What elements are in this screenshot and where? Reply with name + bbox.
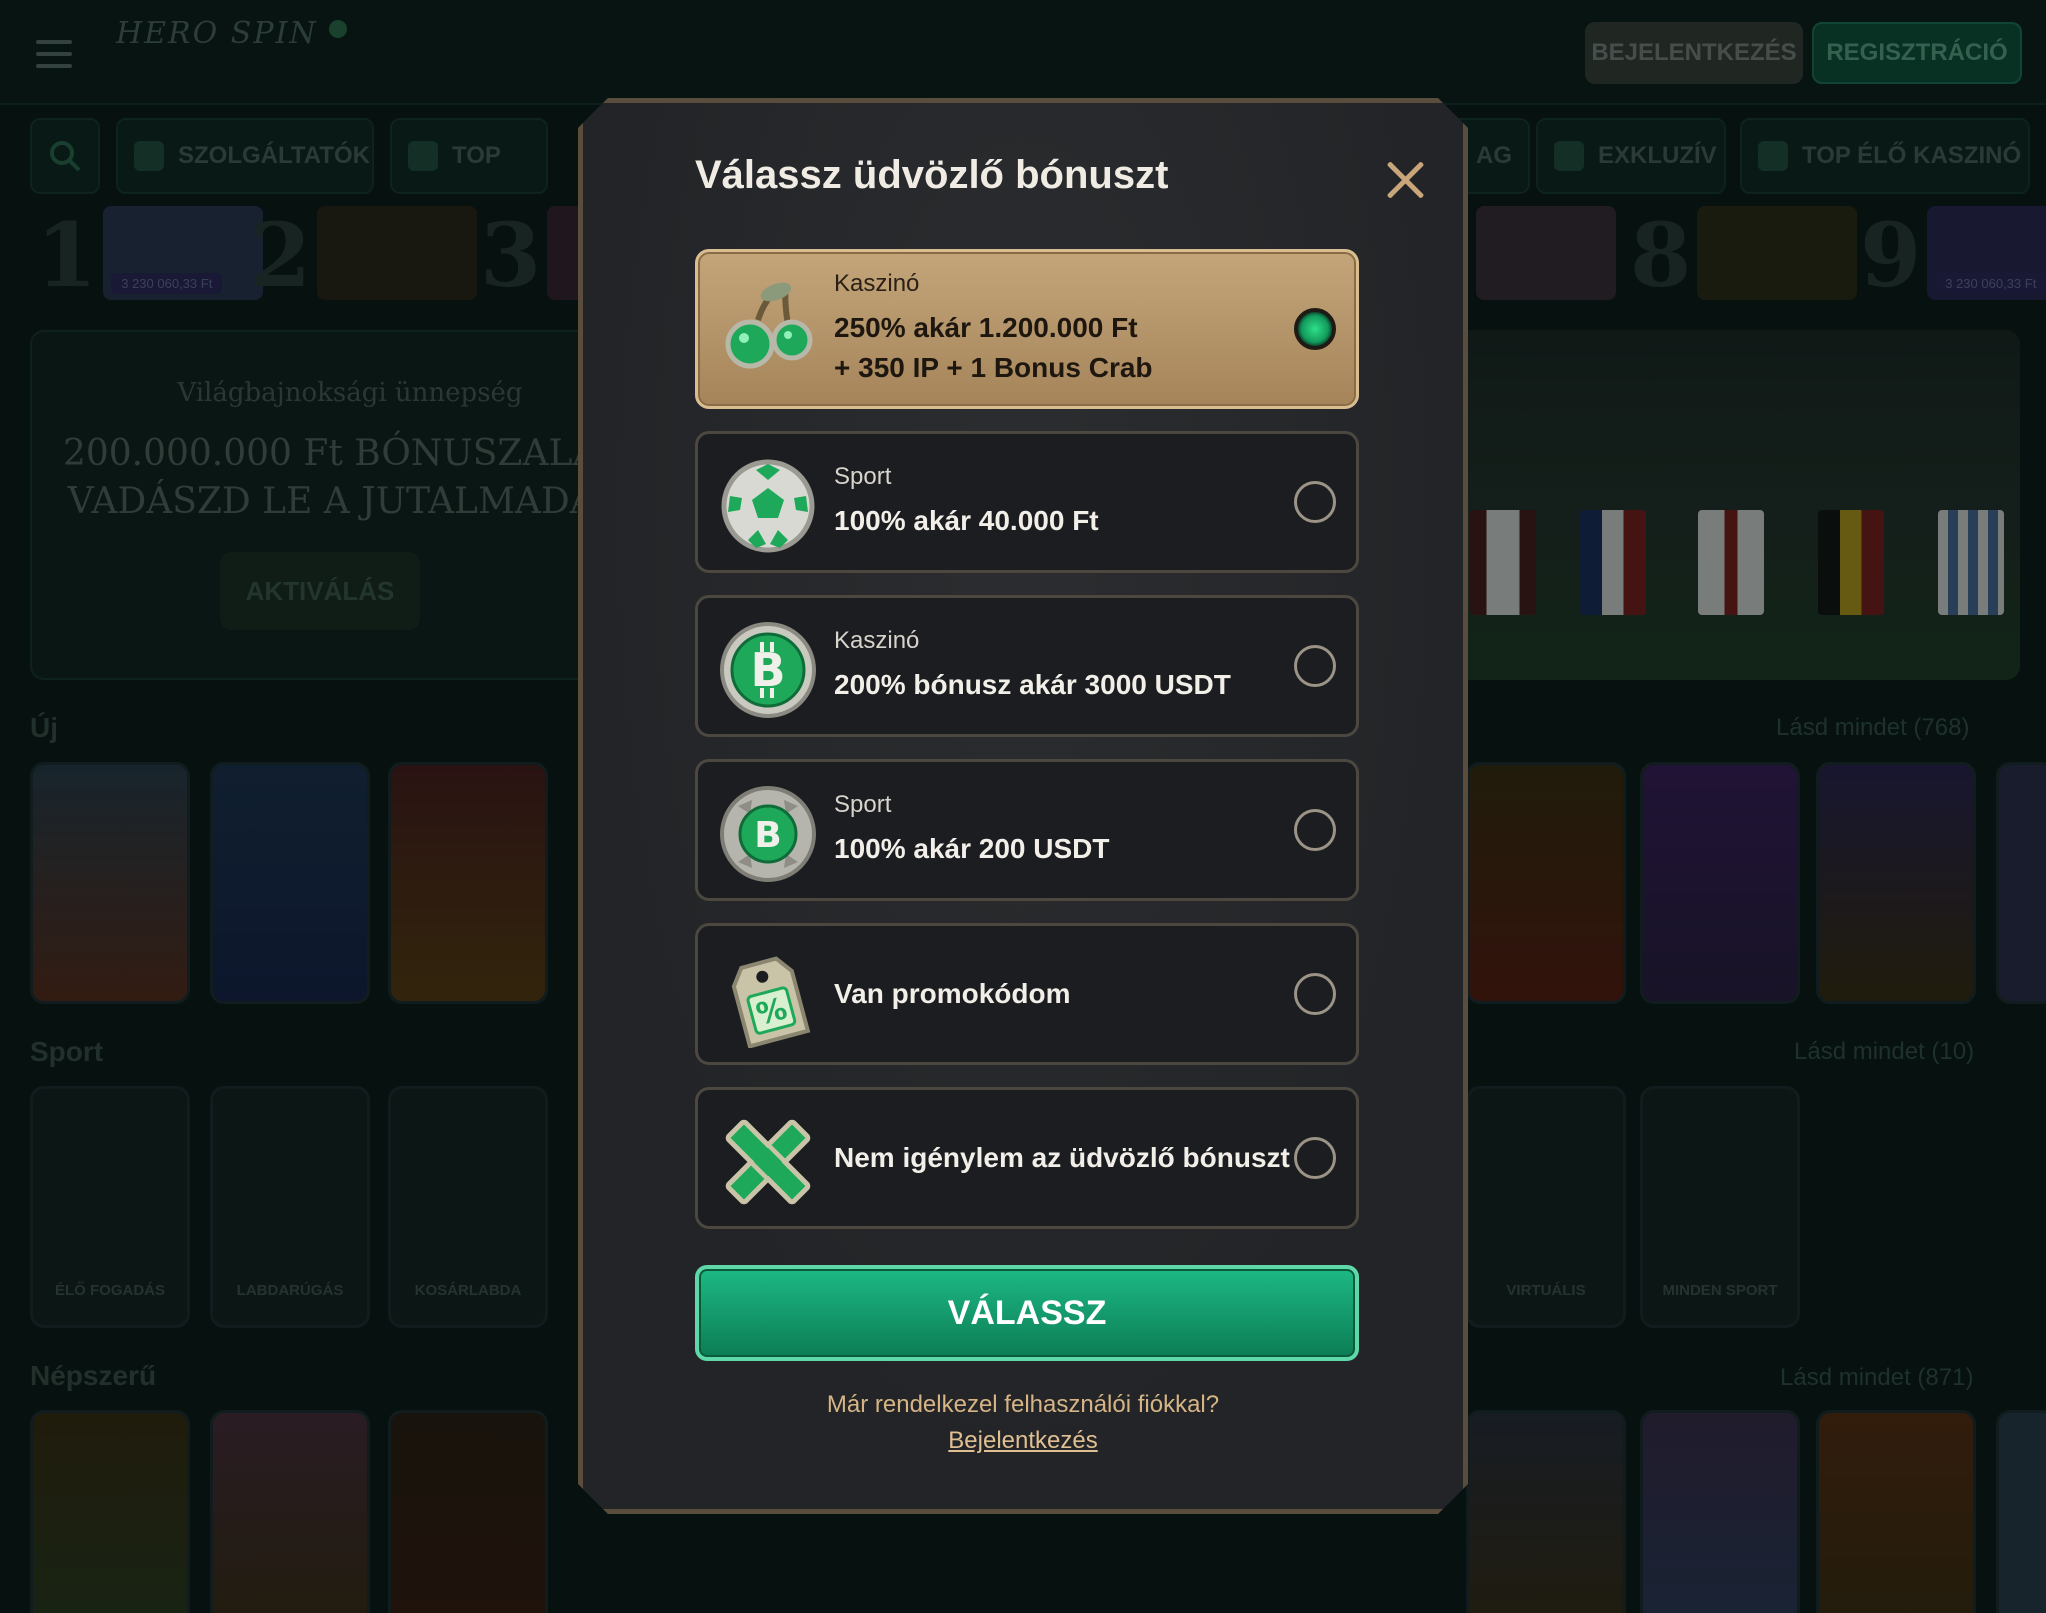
bitcoin-coin-icon: B [720, 622, 816, 718]
svg-text:B: B [754, 815, 781, 856]
bonus-option-casino[interactable]: Kaszinó 250% akár 1.200.000 Ft + 350 IP … [695, 249, 1359, 409]
option-category: Sport [834, 463, 892, 490]
soccer-ball-icon [721, 459, 815, 553]
modal-title: Válassz üdvözlő bónuszt [695, 153, 1169, 197]
radio-unselected[interactable] [1294, 1137, 1336, 1179]
radio-unselected[interactable] [1294, 645, 1336, 687]
option-category: Sport [834, 791, 892, 818]
cherries-icon [725, 282, 813, 369]
radio-selected[interactable] [1294, 308, 1336, 350]
option-title-line2: + 350 IP + 1 Bonus Crab [834, 352, 1153, 383]
option-title: 100% akár 200 USDT [834, 833, 1110, 864]
radio-unselected[interactable] [1294, 481, 1336, 523]
cross-icon [725, 1119, 811, 1205]
option-category: Kaszinó [834, 270, 920, 297]
option-title: 100% akár 40.000 Ft [834, 505, 1099, 536]
option-title: Van promokódom [834, 978, 1071, 1009]
bitcoin-ball-icon: B [720, 786, 816, 882]
option-title: 250% akár 1.200.000 Ft [834, 312, 1138, 343]
bonus-option-promo-code[interactable]: % Van promokódom [695, 923, 1359, 1065]
option-title: 200% bónusz akár 3000 USDT [834, 669, 1231, 700]
percent-tag-icon: % [731, 956, 811, 1048]
bonus-option-sport[interactable]: Sport 100% akár 40.000 Ft [695, 431, 1359, 573]
bonus-option-none[interactable]: Nem igénylem az üdvözlő bónuszt [695, 1087, 1359, 1229]
close-icon[interactable] [1383, 158, 1427, 202]
radio-unselected[interactable] [1294, 809, 1336, 851]
choose-button[interactable]: VÁLASSZ [695, 1265, 1359, 1361]
bonus-option-casino-crypto[interactable]: B Kaszinó 200% bónusz akár 3000 USDT [695, 595, 1359, 737]
svg-text:B: B [750, 643, 785, 697]
option-title: Nem igénylem az üdvözlő bónuszt [834, 1142, 1290, 1173]
bonus-option-sport-crypto[interactable]: B Sport 100% akár 200 USDT [695, 759, 1359, 901]
welcome-bonus-modal: Válassz üdvözlő bónuszt Kaszinó 250% aká… [578, 98, 1468, 1514]
login-link: Bejelentkezés [948, 1427, 1098, 1454]
option-category: Kaszinó [834, 627, 920, 654]
have-account-text: Már rendelkezel felhasználói fiókkal? [826, 1391, 1220, 1418]
radio-unselected[interactable] [1294, 973, 1336, 1015]
